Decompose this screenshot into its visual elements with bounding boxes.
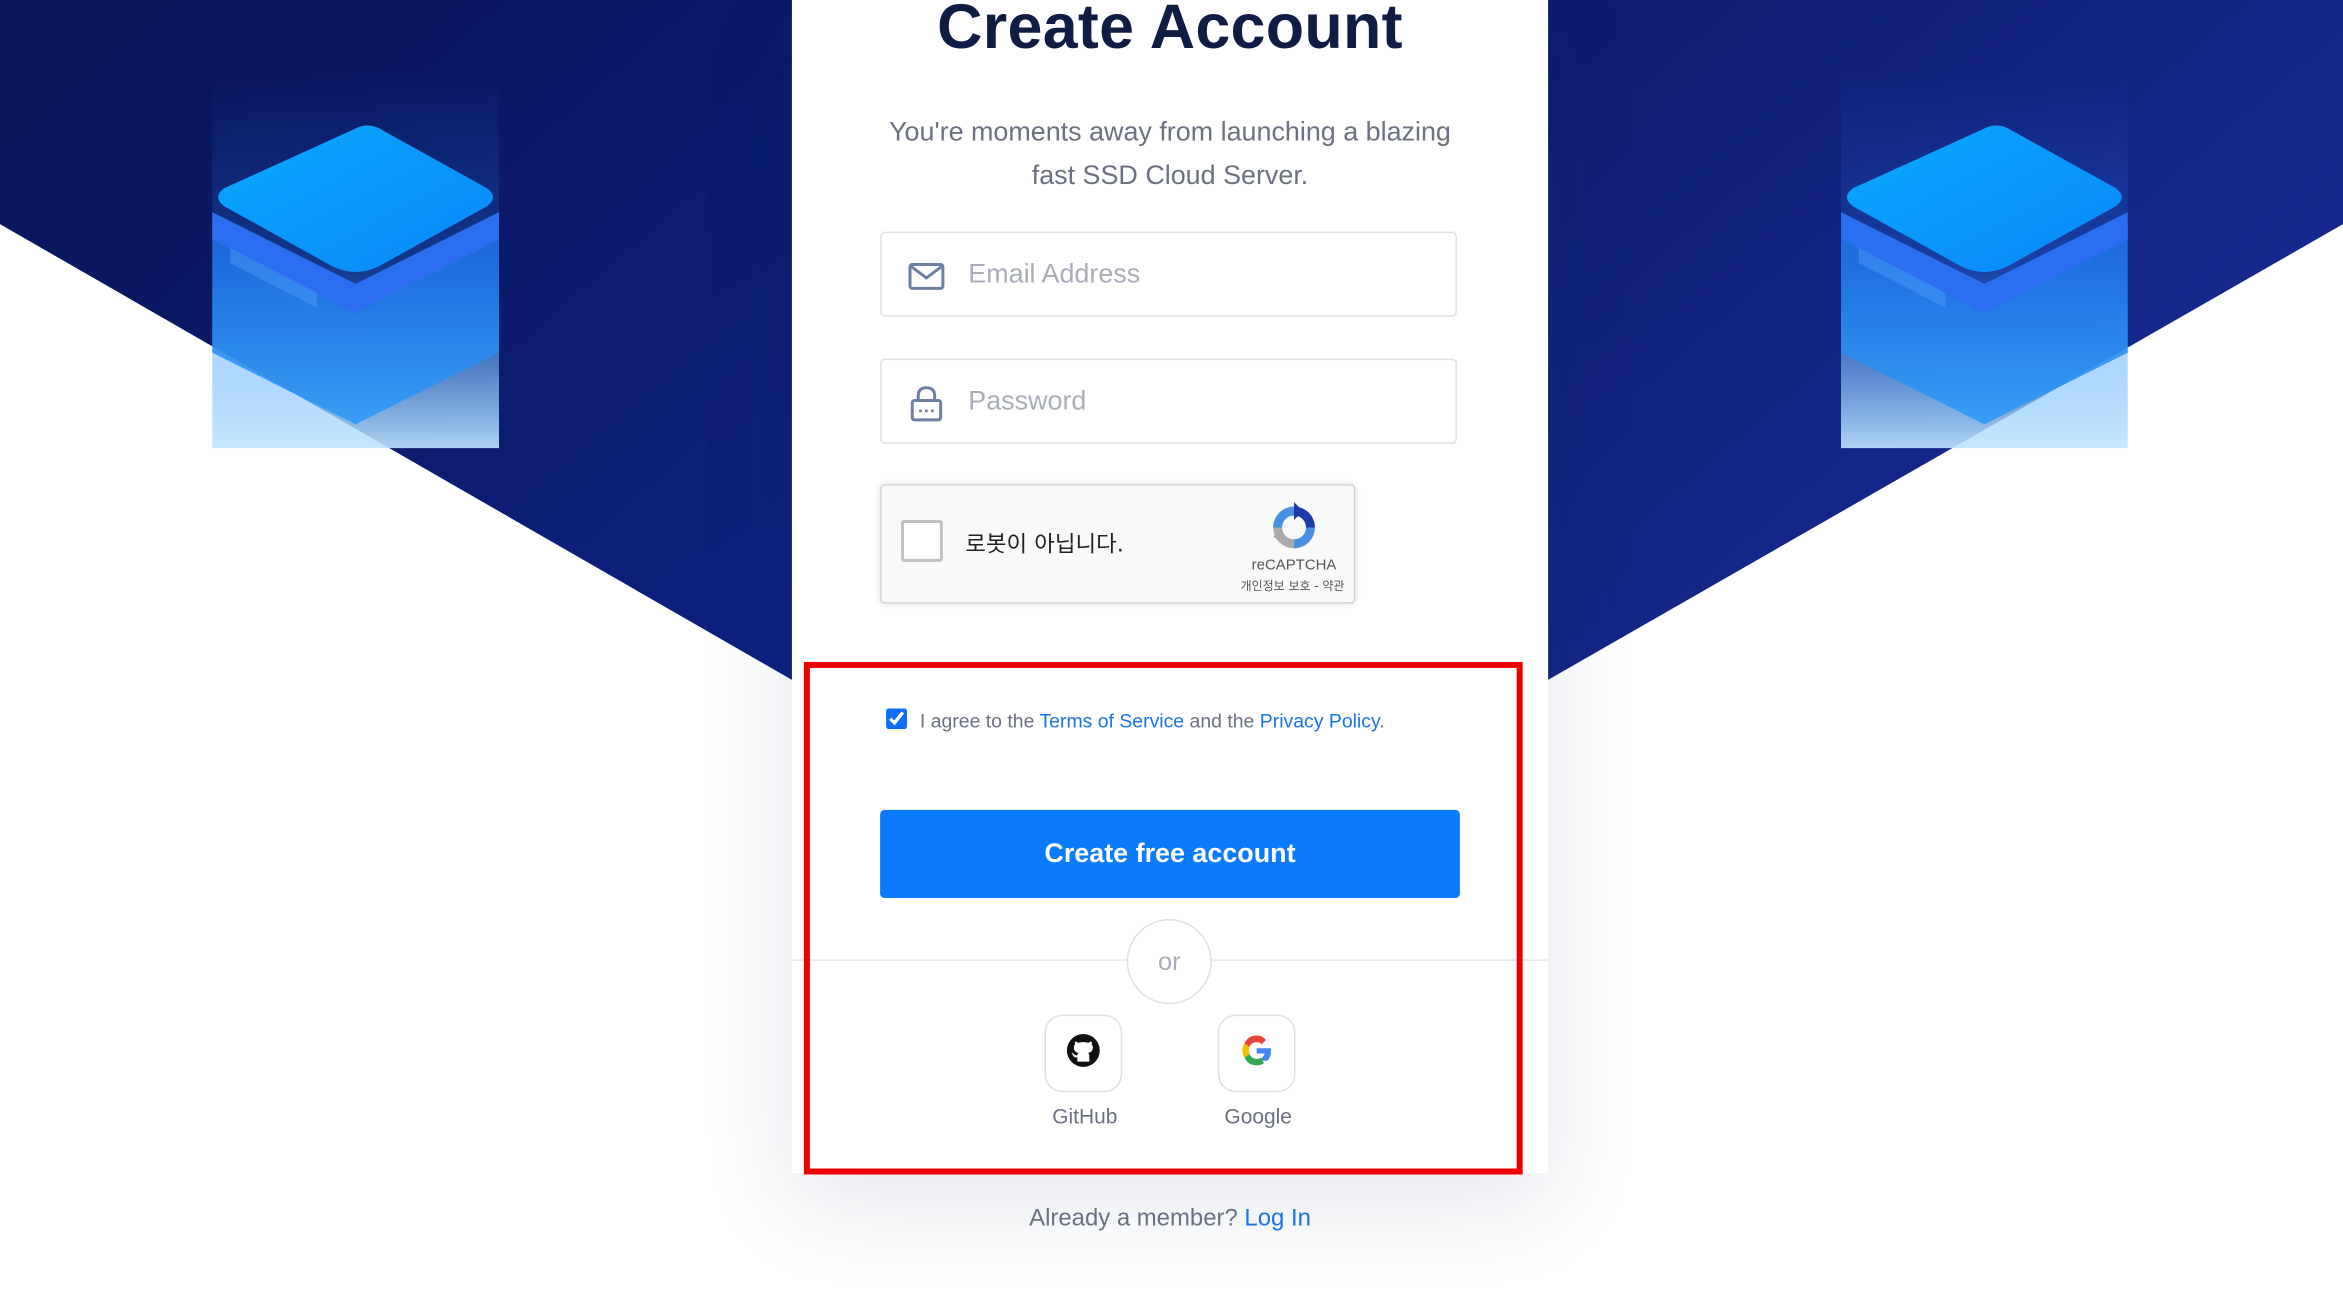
terms-agreement: I agree to the Terms of Service and the … (886, 708, 1385, 732)
terms-of-service-link[interactable]: Terms of Service (1039, 710, 1184, 732)
github-label: GitHub (1052, 1104, 1118, 1129)
github-icon (1065, 1032, 1101, 1075)
privacy-policy-link[interactable]: Privacy Policy (1260, 710, 1379, 732)
create-account-button[interactable]: Create free account (880, 809, 1460, 899)
login-link[interactable]: Log In (1244, 1206, 1310, 1231)
login-prompt-text: Already a member? (1029, 1205, 1238, 1232)
github-button[interactable] (1044, 1014, 1123, 1093)
terms-middle: and the (1189, 709, 1255, 733)
recaptcha-logo-icon (1267, 501, 1321, 555)
lock-icon (907, 384, 946, 423)
google-icon (1239, 1032, 1275, 1075)
recaptcha-brand: reCAPTCHA (1251, 557, 1337, 574)
login-prompt: Already a member? Log In (792, 1206, 1548, 1233)
google-button[interactable] (1217, 1014, 1296, 1093)
page: Create Account You're moments away from … (0, 0, 2343, 1289)
page-title: Create Account (937, 0, 1403, 62)
recaptcha-checkbox[interactable] (901, 520, 943, 562)
cube-illustration-left (212, 74, 500, 449)
envelope-icon (907, 257, 946, 296)
terms-suffix: . (1379, 709, 1385, 733)
or-divider: or (1126, 918, 1212, 1005)
cube-illustration-right (1840, 74, 2128, 449)
terms-checkbox[interactable] (886, 708, 908, 730)
password-input[interactable] (968, 360, 1432, 443)
email-field[interactable] (880, 231, 1457, 317)
recaptcha-privacy-terms-link[interactable]: 개인정보 보호 - 약관 (1195, 578, 1389, 594)
google-label: Google (1224, 1104, 1292, 1129)
signup-card: Create Account You're moments away from … (791, 0, 1549, 1173)
github-signin: GitHub (1044, 1014, 1125, 1128)
password-field[interactable] (880, 358, 1457, 444)
recaptcha-label: 로봇이 아닙니다. (965, 530, 1124, 558)
recaptcha-widget: 로봇이 아닙니다. reCAPTCHA 개인정보 보호 - 약관 (880, 484, 1356, 604)
terms-prefix: I agree to the (919, 709, 1035, 733)
google-signin: Google (1217, 1014, 1299, 1128)
page-subtitle: You're moments away from launching a bla… (889, 116, 1451, 190)
email-input[interactable] (968, 233, 1432, 316)
